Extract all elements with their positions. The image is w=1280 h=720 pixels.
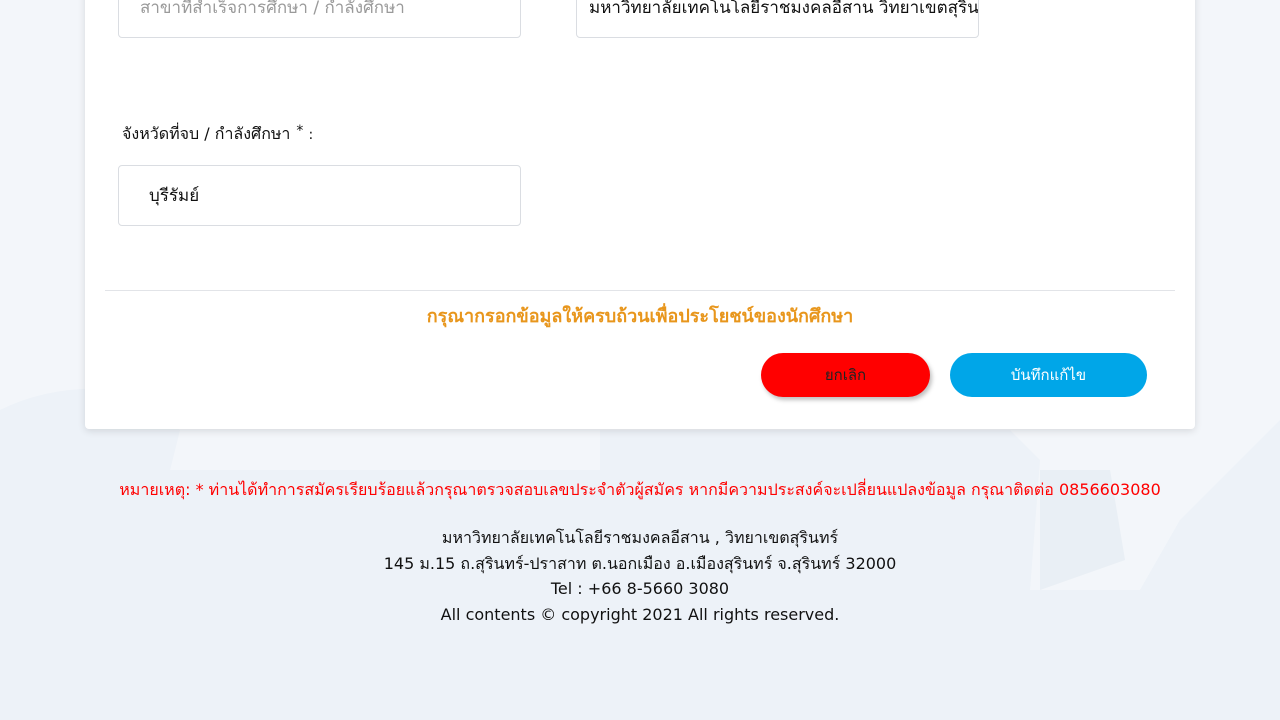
label-colon: :: [308, 127, 314, 143]
divider: [105, 290, 1175, 291]
cancel-button[interactable]: ยกเลิก: [761, 353, 930, 397]
province-label: จังหวัดที่จบ / กำลังศึกษา * :: [122, 122, 313, 147]
footer: มหาวิทยาลัยเทคโนโลยีราชมงคลอีสาน , วิทยา…: [0, 525, 1280, 627]
completion-notice: กรุณากรอกข้อมูลให้ครบถ้วนเพื่อประโยชน์ขอ…: [426, 306, 854, 327]
remark-text: หมายเหตุ: * ท่านได้ทำการสมัครเรียบร้อยแล…: [119, 480, 1161, 499]
form-card: สาขาที่สำเร็จการศึกษา / กำลังศึกษา มหาวิ…: [85, 0, 1195, 429]
university-field[interactable]: มหาวิทยาลัยเทคโนโลยีราชมงคลอีสาน วิทยาเข…: [576, 0, 979, 38]
province-label-text: จังหวัดที่จบ / กำลังศึกษา: [122, 124, 291, 143]
required-mark: *: [296, 123, 304, 139]
footer-address: 145 ม.15 ถ.สุรินทร์-ปราสาท ต.นอกเมือง อ.…: [383, 553, 897, 573]
major-field[interactable]: สาขาที่สำเร็จการศึกษา / กำลังศึกษา: [118, 0, 521, 38]
footer-copyright: All contents © copyright 2021 All rights…: [440, 604, 840, 624]
footer-tel: Tel : +66 8-5660 3080: [550, 579, 730, 598]
save-edit-button[interactable]: บันทึกแก้ไข: [950, 353, 1147, 397]
footer-institution: มหาวิทยาลัยเทคโนโลยีราชมงคลอีสาน , วิทยา…: [441, 528, 839, 547]
province-field[interactable]: บุรีรัมย์: [118, 165, 521, 226]
